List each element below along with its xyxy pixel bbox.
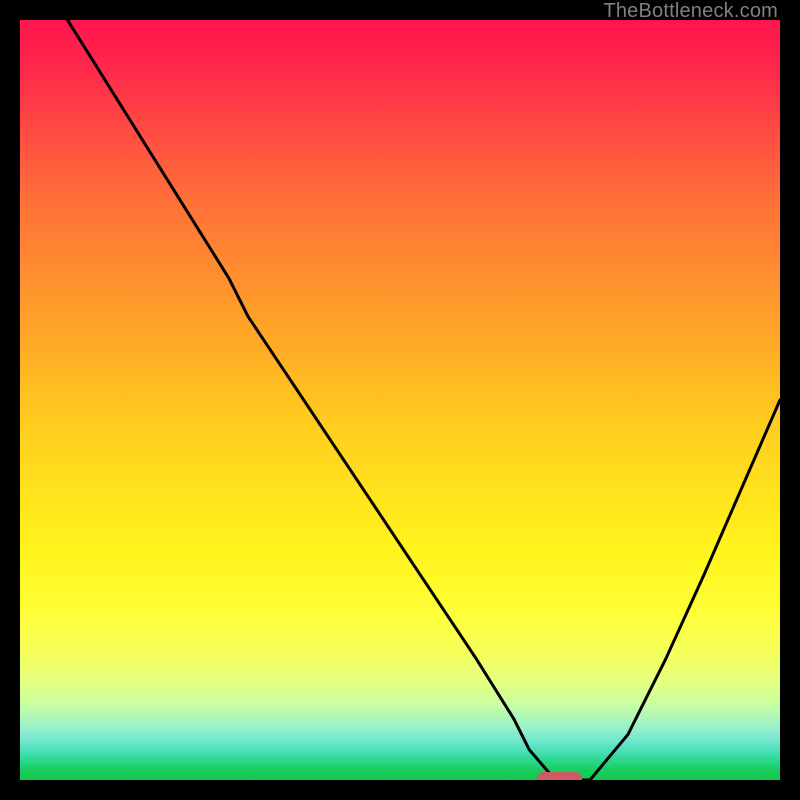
chart-frame: TheBottleneck.com (0, 0, 800, 800)
optimum-marker (537, 772, 583, 780)
bottleneck-curve (20, 20, 780, 780)
plot-area (20, 20, 780, 780)
curve-path (20, 20, 780, 780)
